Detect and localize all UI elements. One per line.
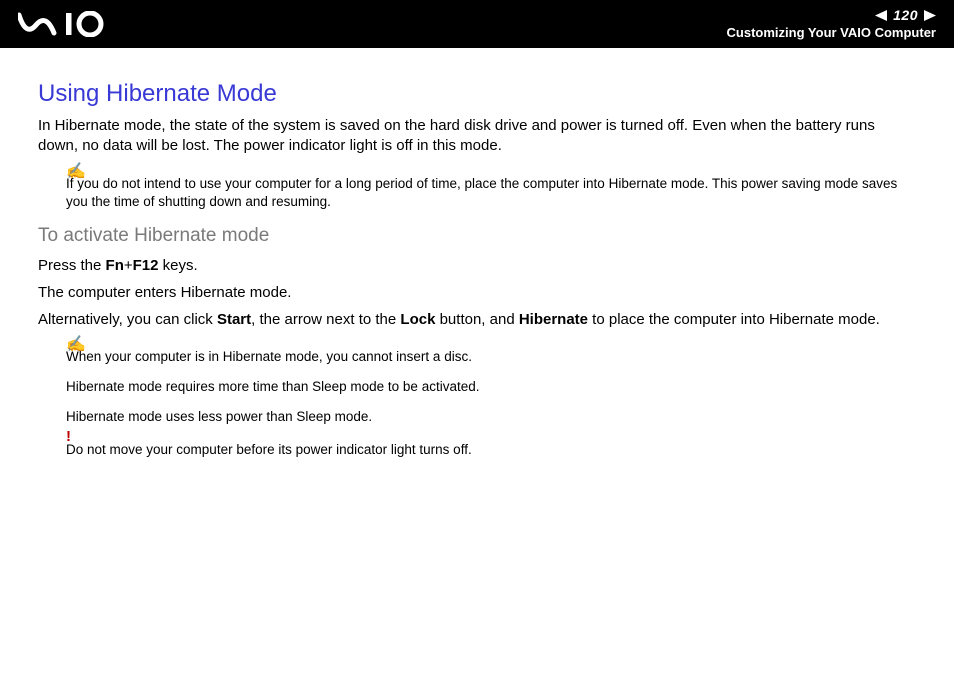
- next-page-arrow-icon[interactable]: [924, 10, 936, 21]
- key-f12: F12: [133, 257, 159, 274]
- warning-block: ! Do not move your computer before its p…: [66, 441, 916, 459]
- enter-mode-line: The computer enters Hibernate mode.: [38, 282, 916, 303]
- page-title: Using Hibernate Mode: [38, 80, 916, 108]
- note-block-2: ✍ When your computer is in Hibernate mod…: [66, 348, 916, 427]
- key-fn: Fn: [106, 257, 124, 274]
- vaio-logo: [18, 11, 138, 37]
- warning-text: Do not move your computer before its pow…: [66, 442, 472, 457]
- intro-paragraph: In Hibernate mode, the state of the syst…: [38, 116, 916, 157]
- bold-hibernate: Hibernate: [519, 311, 588, 328]
- page-nav: 120: [727, 7, 936, 24]
- warning-icon: !: [66, 427, 71, 447]
- note-icon: ✍: [66, 334, 86, 356]
- note-text-2b: Hibernate mode requires more time than S…: [66, 378, 916, 396]
- alternative-line: Alternatively, you can click Start, the …: [38, 309, 916, 330]
- header-bar: 120 Customizing Your VAIO Computer: [0, 0, 954, 48]
- note-text-2c: Hibernate mode uses less power than Slee…: [66, 408, 916, 426]
- note-icon: ✍: [66, 161, 86, 183]
- bold-lock: Lock: [400, 311, 435, 328]
- text: Alternatively, you can click: [38, 311, 217, 328]
- breadcrumb: Customizing Your VAIO Computer: [727, 25, 936, 41]
- note-text-1: If you do not intend to use your compute…: [66, 176, 897, 209]
- text: , the arrow next to the: [251, 311, 400, 328]
- header-right: 120 Customizing Your VAIO Computer: [727, 7, 936, 40]
- note-block-1: ✍ If you do not intend to use your compu…: [66, 175, 916, 211]
- prev-page-arrow-icon[interactable]: [875, 10, 887, 21]
- page-content: Using Hibernate Mode In Hibernate mode, …: [0, 48, 954, 459]
- text: Press the: [38, 257, 106, 274]
- text: +: [124, 257, 133, 274]
- press-keys-line: Press the Fn+F12 keys.: [38, 255, 916, 276]
- text: keys.: [158, 257, 197, 274]
- text: button, and: [435, 311, 518, 328]
- bold-start: Start: [217, 311, 251, 328]
- text: to place the computer into Hibernate mod…: [588, 311, 880, 328]
- note-text-2a: When your computer is in Hibernate mode,…: [66, 348, 916, 366]
- page-number: 120: [893, 7, 918, 24]
- subheading: To activate Hibernate mode: [38, 225, 916, 247]
